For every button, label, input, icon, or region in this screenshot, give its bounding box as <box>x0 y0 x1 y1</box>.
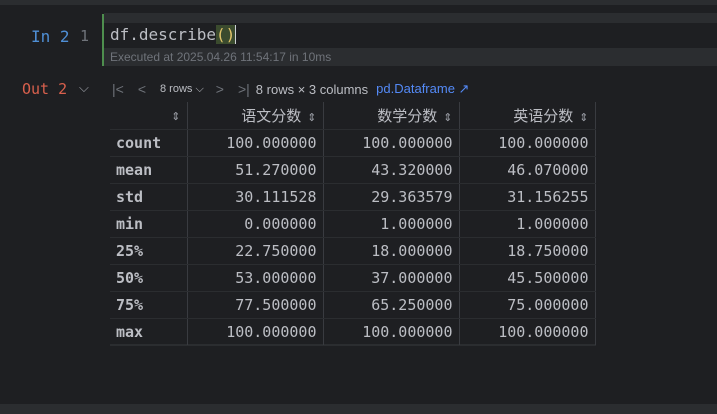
rows-per-page-select[interactable]: 8 rows ⌵ <box>160 83 204 96</box>
table-cell[interactable]: 100.000000 <box>187 318 324 346</box>
table-cell[interactable]: 37.000000 <box>323 264 460 292</box>
table-cell[interactable]: 100.000000 <box>459 318 596 346</box>
table-cell[interactable]: 31.156255 <box>459 183 596 211</box>
first-page-icon[interactable]: |< <box>112 81 124 97</box>
table-cell[interactable]: 45.500000 <box>459 264 596 292</box>
chevron-down-icon[interactable]: ⌵ <box>79 80 89 96</box>
prev-page-icon[interactable]: < <box>138 81 146 97</box>
table-cell[interactable]: 53.000000 <box>187 264 324 292</box>
table-cell[interactable]: 43.320000 <box>323 156 460 184</box>
row-index[interactable]: std <box>110 183 188 211</box>
execution-info-bar: Executed at 2025.04.26 11:54:17 in 10ms <box>104 48 717 66</box>
cell-top-edge <box>104 13 717 23</box>
column-header-label: 语文分数 <box>241 106 302 125</box>
table-row: count 100.000000 100.000000 100.000000 <box>110 129 596 157</box>
last-page-icon[interactable]: >| <box>238 81 250 97</box>
column-header[interactable]: 数学分数 ⇕ <box>323 102 460 130</box>
row-index[interactable]: 25% <box>110 237 188 265</box>
table-cell[interactable]: 100.000000 <box>323 318 460 346</box>
sort-icon[interactable]: ⇕ <box>307 111 316 124</box>
table-row: 50% 53.000000 37.000000 45.500000 <box>110 264 596 292</box>
table-row: max 100.000000 100.000000 100.000000 <box>110 318 596 346</box>
code-parens: () <box>215 25 236 44</box>
table-row: min 0.000000 1.000000 1.000000 <box>110 210 596 238</box>
index-header[interactable]: ⇕ <box>110 102 188 130</box>
table-cell[interactable]: 30.111528 <box>187 183 324 211</box>
table-cell[interactable]: 18.750000 <box>459 237 596 265</box>
table-cell[interactable]: 18.000000 <box>323 237 460 265</box>
row-index[interactable]: 50% <box>110 264 188 292</box>
sort-icon[interactable]: ⇕ <box>579 111 588 124</box>
output-prompt-label: Out 2 <box>22 80 68 98</box>
input-prompt-label: In 2 <box>31 27 70 46</box>
table-row: std 30.111528 29.363579 31.156255 <box>110 183 596 211</box>
row-index[interactable]: 75% <box>110 291 188 319</box>
row-index[interactable]: mean <box>110 156 188 184</box>
table-cell[interactable]: 100.000000 <box>187 129 324 157</box>
sort-icon[interactable]: ⇕ <box>171 110 180 123</box>
dataframe-type-link[interactable]: pd.Dataframe ↗ <box>376 81 469 97</box>
sort-icon[interactable]: ⇕ <box>443 111 452 124</box>
table-row: 25% 22.750000 18.000000 18.750000 <box>110 237 596 265</box>
table-cell[interactable]: 77.500000 <box>187 291 324 319</box>
execution-info-text: Executed at 2025.04.26 11:54:17 in 10ms <box>110 50 332 64</box>
row-index[interactable]: count <box>110 129 188 157</box>
table-cell[interactable]: 65.250000 <box>323 291 460 319</box>
table-cell[interactable]: 46.070000 <box>459 156 596 184</box>
table-row: 75% 77.500000 65.250000 75.000000 <box>110 291 596 319</box>
table-cell[interactable]: 1.000000 <box>323 210 460 238</box>
code-text: df.describe <box>110 25 216 44</box>
table-cell[interactable]: 29.363579 <box>323 183 460 211</box>
line-number: 1 <box>80 27 90 45</box>
table-cell[interactable]: 1.000000 <box>459 210 596 238</box>
table-row: mean 51.270000 43.320000 46.070000 <box>110 156 596 184</box>
column-header[interactable]: 语文分数 ⇕ <box>187 102 324 130</box>
text-caret <box>235 25 237 44</box>
table-cell[interactable]: 51.270000 <box>187 156 324 184</box>
top-strip <box>0 0 717 5</box>
bottom-strip <box>0 404 717 414</box>
column-header-label: 英语分数 <box>513 106 574 125</box>
table-cell[interactable]: 100.000000 <box>323 129 460 157</box>
table-cell[interactable]: 0.000000 <box>187 210 324 238</box>
row-index[interactable]: min <box>110 210 188 238</box>
code-editor-line[interactable]: df.describe() <box>110 25 237 44</box>
table-cell[interactable]: 100.000000 <box>459 129 596 157</box>
next-page-icon[interactable]: > <box>216 81 224 97</box>
column-header[interactable]: 英语分数 ⇕ <box>459 102 596 130</box>
table-header-row: ⇕ 语文分数 ⇕ 数学分数 ⇕ 英语分数 ⇕ <box>110 102 596 130</box>
row-index[interactable]: max <box>110 318 188 346</box>
column-header-label: 数学分数 <box>377 106 438 125</box>
describe-table: ⇕ 语文分数 ⇕ 数学分数 ⇕ 英语分数 ⇕ count 100.000000 100… <box>110 102 596 346</box>
dataframe-toolbar: |< < 8 rows ⌵ > >| 8 rows × 3 columns pd… <box>112 77 469 101</box>
table-dimensions: 8 rows × 3 columns <box>255 81 369 97</box>
table-cell[interactable]: 22.750000 <box>187 237 324 265</box>
table-cell[interactable]: 75.000000 <box>459 291 596 319</box>
